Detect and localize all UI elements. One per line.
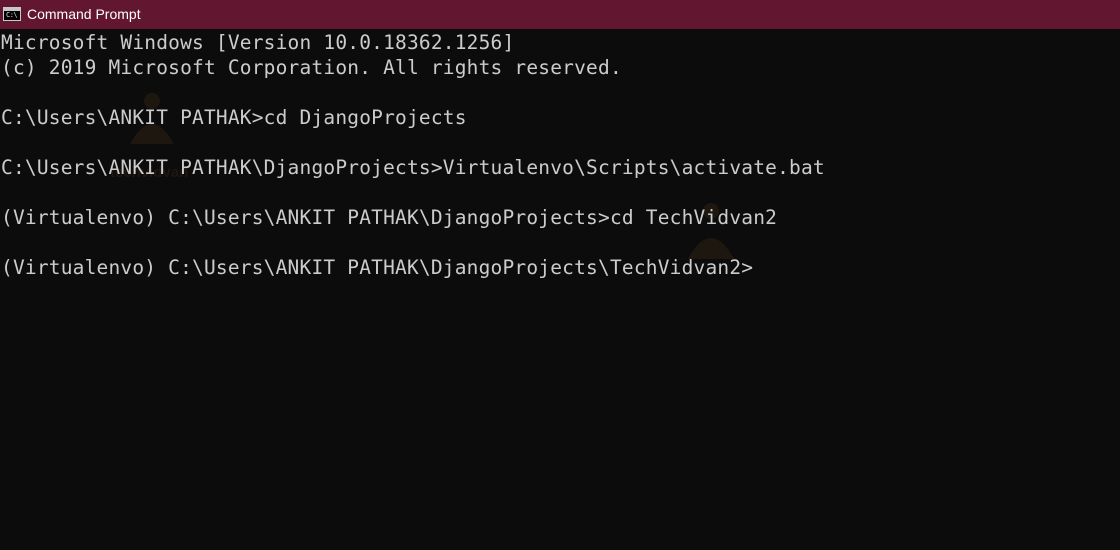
title-bar[interactable]: C:\ Command Prompt xyxy=(0,0,1120,29)
console-line-version: Microsoft Windows [Version 10.0.18362.12… xyxy=(1,31,515,54)
console-prompt-line[interactable]: (Virtualenvo) C:\Users\ANKIT PATHAK\Djan… xyxy=(1,255,753,280)
window-title: Command Prompt xyxy=(27,6,141,22)
command-prompt-window: C:\ Command Prompt techvidvan Microsoft … xyxy=(0,0,1120,550)
console-line-command: C:\Users\ANKIT PATHAK>cd DjangoProjects xyxy=(1,106,467,129)
console-line-copyright: (c) 2019 Microsoft Corporation. All righ… xyxy=(1,56,622,79)
console-line-command: (Virtualenvo) C:\Users\ANKIT PATHAK\Djan… xyxy=(1,206,778,229)
console-output[interactable]: techvidvan Microsoft Windows [Version 10… xyxy=(0,29,1120,550)
cmd-icon: C:\ xyxy=(3,7,21,21)
console-line-command: C:\Users\ANKIT PATHAK\DjangoProjects>Vir… xyxy=(1,156,825,179)
